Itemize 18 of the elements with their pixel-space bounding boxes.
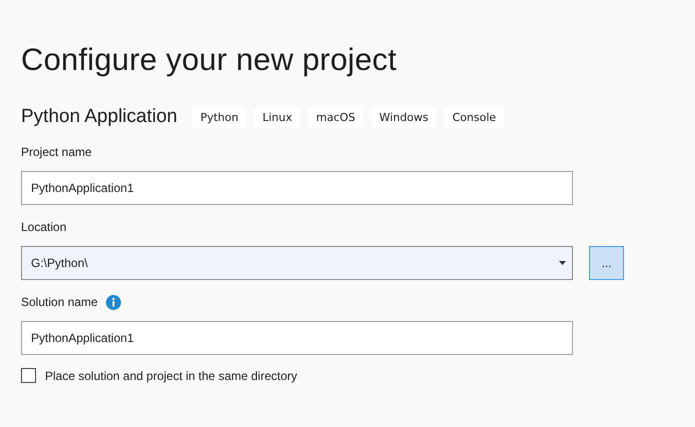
field-label: Location [21, 220, 66, 234]
input-field[interactable]: PythonApplication1 [21, 171, 573, 205]
checkbox[interactable] [21, 368, 36, 383]
input-field[interactable]: PythonApplication1 [21, 321, 573, 355]
field-label: Solution name [21, 295, 98, 309]
checkbox-label: Place solution and project in the same directory [45, 368, 298, 382]
tag: Python [192, 106, 246, 128]
tag: macOS [308, 106, 364, 128]
page-title: Configure your new project [21, 41, 398, 79]
tag: Console [444, 106, 504, 128]
location-dropdown[interactable]: G:\Python\ [21, 246, 573, 280]
tag: Windows [371, 106, 436, 128]
template-name: Python Application [21, 106, 178, 128]
field-label: Project name [21, 145, 92, 159]
info-icon[interactable] [106, 294, 121, 310]
caret-icon [559, 261, 566, 265]
tag: Linux [254, 106, 300, 128]
browse-button[interactable]: ... [589, 246, 624, 280]
